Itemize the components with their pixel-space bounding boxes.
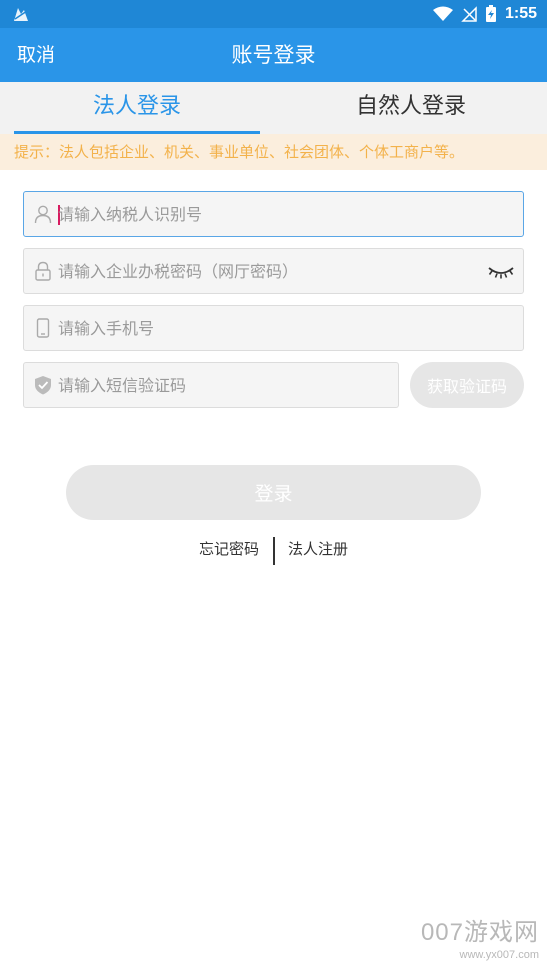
- tab-legal-person-login[interactable]: 法人登录: [14, 82, 260, 134]
- link-divider: [273, 537, 275, 565]
- phone-input[interactable]: [58, 306, 518, 350]
- page-title: 账号登录: [231, 43, 316, 67]
- tab-natural-person-login[interactable]: 自然人登录: [288, 82, 534, 134]
- password-input[interactable]: [58, 249, 478, 293]
- forgot-password-link[interactable]: 忘记密码: [199, 536, 259, 562]
- watermark-brand: 007游戏网: [420, 919, 539, 946]
- hint-text: 提示：法人包括企业、机关、事业单位、社会团体、个体工商户等。: [14, 143, 465, 161]
- get-code-button[interactable]: 获取验证码: [410, 362, 524, 408]
- register-link[interactable]: 法人注册: [288, 536, 348, 562]
- footer-links: 忘记密码 法人注册: [0, 536, 547, 566]
- phone-field-container: [23, 305, 524, 351]
- lock-icon: [35, 261, 51, 281]
- status-bar: 1:55: [0, 0, 547, 28]
- phone-icon: [36, 318, 50, 338]
- watermark: 007游戏网 www.yx007.com: [389, 918, 539, 968]
- eye-closed-icon[interactable]: [487, 261, 515, 281]
- notification-icon: [14, 8, 28, 21]
- sms-code-field-container: [23, 362, 399, 408]
- battery-charging-icon: [485, 5, 496, 22]
- no-signal-icon: [461, 6, 477, 22]
- login-button[interactable]: 登录: [66, 465, 481, 520]
- taxpayer-id-field-container: [23, 191, 524, 237]
- login-screen: 1:55 取消 账号登录 法人登录 自然人登录 提示：法人包括企业、机关、事业单…: [0, 0, 547, 974]
- wifi-icon: [432, 6, 453, 21]
- status-icons: 1:55: [432, 0, 537, 28]
- user-icon: [34, 205, 52, 224]
- tab-bar: 法人登录 自然人登录: [0, 82, 547, 134]
- cancel-button[interactable]: 取消: [17, 28, 55, 82]
- hint-bar: 提示：法人包括企业、机关、事业单位、社会团体、个体工商户等。: [0, 134, 547, 170]
- app-bar: 取消 账号登录: [0, 28, 547, 82]
- watermark-url: www.yx007.com: [459, 949, 539, 961]
- taxpayer-id-input[interactable]: [58, 192, 518, 236]
- status-time: 1:55: [504, 5, 537, 22]
- shield-check-icon: [35, 376, 51, 395]
- sms-code-input[interactable]: [58, 363, 393, 407]
- password-field-container: [23, 248, 524, 294]
